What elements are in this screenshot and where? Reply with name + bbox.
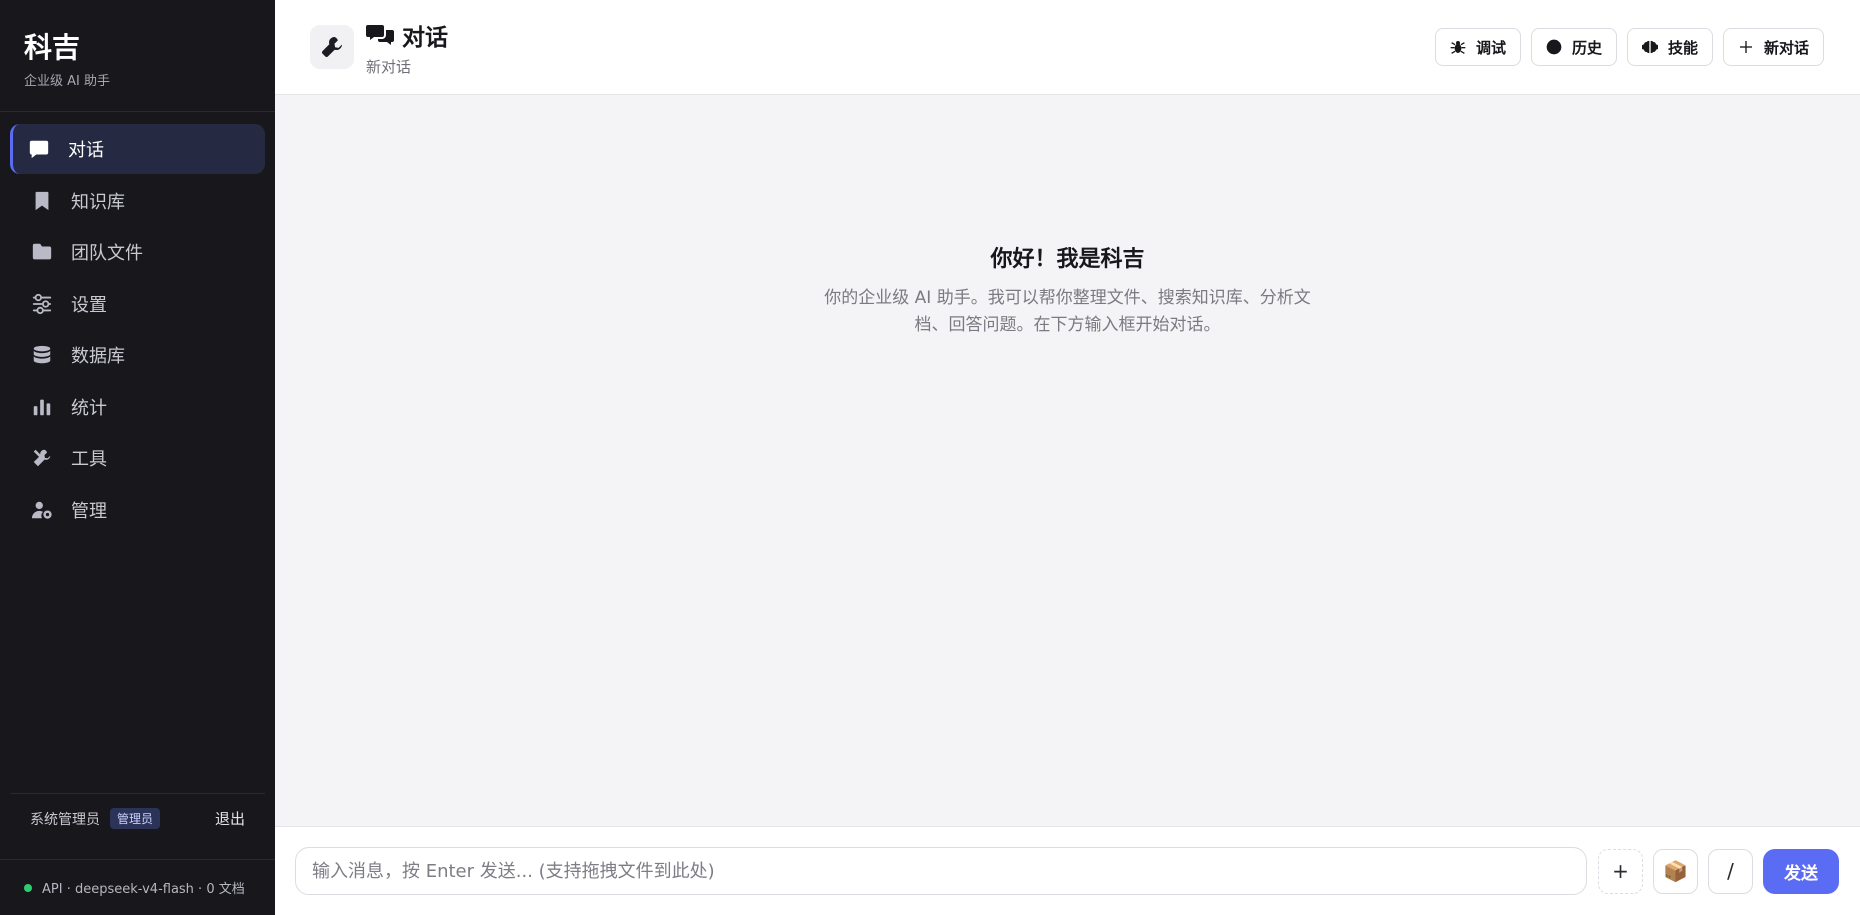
page-title-text: 对话 <box>402 24 448 51</box>
chat-bubbles-icon <box>366 24 394 45</box>
brand-title: 科吉 <box>24 31 81 64</box>
attach-button[interactable]: + <box>1598 848 1643 894</box>
debug-button[interactable]: 调试 <box>1434 28 1521 66</box>
sidebar-item-team-files[interactable]: 团队文件 <box>10 227 265 277</box>
user-gear-icon <box>31 499 53 521</box>
brand: 科吉 企业级 AI 助手 <box>0 0 275 112</box>
sidebar-item-label: 知识库 <box>71 191 125 213</box>
sidebar-item-admin[interactable]: 管理 <box>10 485 265 535</box>
new-chat-button[interactable]: 新对话 <box>1722 28 1824 66</box>
brain-icon <box>1641 40 1658 54</box>
app-root: 科吉 企业级 AI 助手 对话 知识库 团队文件 设置 数据库 统计 工具 管理… <box>0 0 1860 915</box>
sidebar-item-label: 统计 <box>71 397 107 419</box>
sidebar-item-chat[interactable]: 对话 <box>10 124 265 174</box>
user-row: 系统管理员 管理员 退出 <box>10 793 265 843</box>
brand-subtitle: 企业级 AI 助手 <box>24 74 110 89</box>
sidebar-item-label: 团队文件 <box>71 243 143 264</box>
chat-area: 你好！我是科吉 你的企业级 AI 助手。我可以帮你整理文件、搜索知识库、分析文档… <box>275 95 1860 826</box>
command-button[interactable]: / <box>1708 848 1753 894</box>
wrench-icon[interactable] <box>310 25 354 69</box>
header-actions: 调试 历史 技能 新对话 <box>1434 28 1824 66</box>
bug-icon <box>1450 41 1466 54</box>
sidebar-item-label: 对话 <box>68 140 104 161</box>
page-subtitle: 新对话 <box>366 57 412 76</box>
composer: + 📦 / 发送 <box>275 826 1860 915</box>
main-panel: 对话 新对话 调试 历史 技能 新对话 你好！我是科吉 你的企业级 AI 助手。… <box>275 0 1860 915</box>
bar-chart-icon <box>31 396 53 418</box>
status-dot-icon <box>24 883 32 892</box>
message-input[interactable] <box>295 847 1587 895</box>
sidebar-item-knowledge[interactable]: 知识库 <box>10 176 265 226</box>
sidebar-item-tools[interactable]: 工具 <box>10 433 265 483</box>
user-name: 系统管理员 <box>30 811 100 828</box>
sidebar-item-stats[interactable]: 统计 <box>10 382 265 432</box>
bookmark-icon <box>31 190 53 212</box>
new-chat-label: 新对话 <box>1763 38 1809 57</box>
plus-icon <box>1739 41 1752 53</box>
tools-icon <box>31 447 53 469</box>
sidebar-item-label: 设置 <box>71 294 107 316</box>
page-header: 对话 新对话 调试 历史 技能 新对话 <box>275 0 1860 95</box>
api-status-text: API · deepseek-v4-flash · 0 文档 <box>42 882 245 897</box>
folder-icon <box>31 241 53 263</box>
sidebar-item-settings[interactable]: 设置 <box>10 279 265 329</box>
sidebar-item-label: 数据库 <box>71 346 125 367</box>
header-text: 对话 新对话 <box>366 18 448 77</box>
skills-label: 技能 <box>1667 38 1698 57</box>
page-title: 对话 <box>366 18 448 52</box>
sidebar: 科吉 企业级 AI 助手 对话 知识库 团队文件 设置 数据库 统计 工具 管理… <box>0 0 275 915</box>
chat-bubble-icon <box>28 138 50 160</box>
welcome-text: 你的企业级 AI 助手。我可以帮你整理文件、搜索知识库、分析文档、回答问题。在下… <box>824 288 1311 335</box>
welcome-title: 你好！我是科吉 <box>990 247 1145 272</box>
history-label: 历史 <box>1571 38 1602 57</box>
sidebar-item-database[interactable]: 数据库 <box>10 330 265 380</box>
send-button[interactable]: 发送 <box>1763 848 1839 894</box>
sliders-icon <box>31 293 53 315</box>
package-button[interactable]: 📦 <box>1653 848 1698 894</box>
skills-button[interactable]: 技能 <box>1626 28 1713 66</box>
sidebar-nav: 对话 知识库 团队文件 设置 数据库 统计 工具 管理 <box>0 112 275 793</box>
sidebar-item-label: 工具 <box>71 449 107 470</box>
database-icon <box>31 344 53 366</box>
history-button[interactable]: 历史 <box>1530 28 1617 66</box>
role-badge: 管理员 <box>110 808 161 829</box>
logout-button[interactable]: 退出 <box>215 808 245 829</box>
clock-icon <box>1546 39 1562 55</box>
api-status: API · deepseek-v4-flash · 0 文档 <box>0 859 275 915</box>
debug-label: 调试 <box>1475 38 1506 57</box>
sidebar-item-label: 管理 <box>71 500 107 522</box>
